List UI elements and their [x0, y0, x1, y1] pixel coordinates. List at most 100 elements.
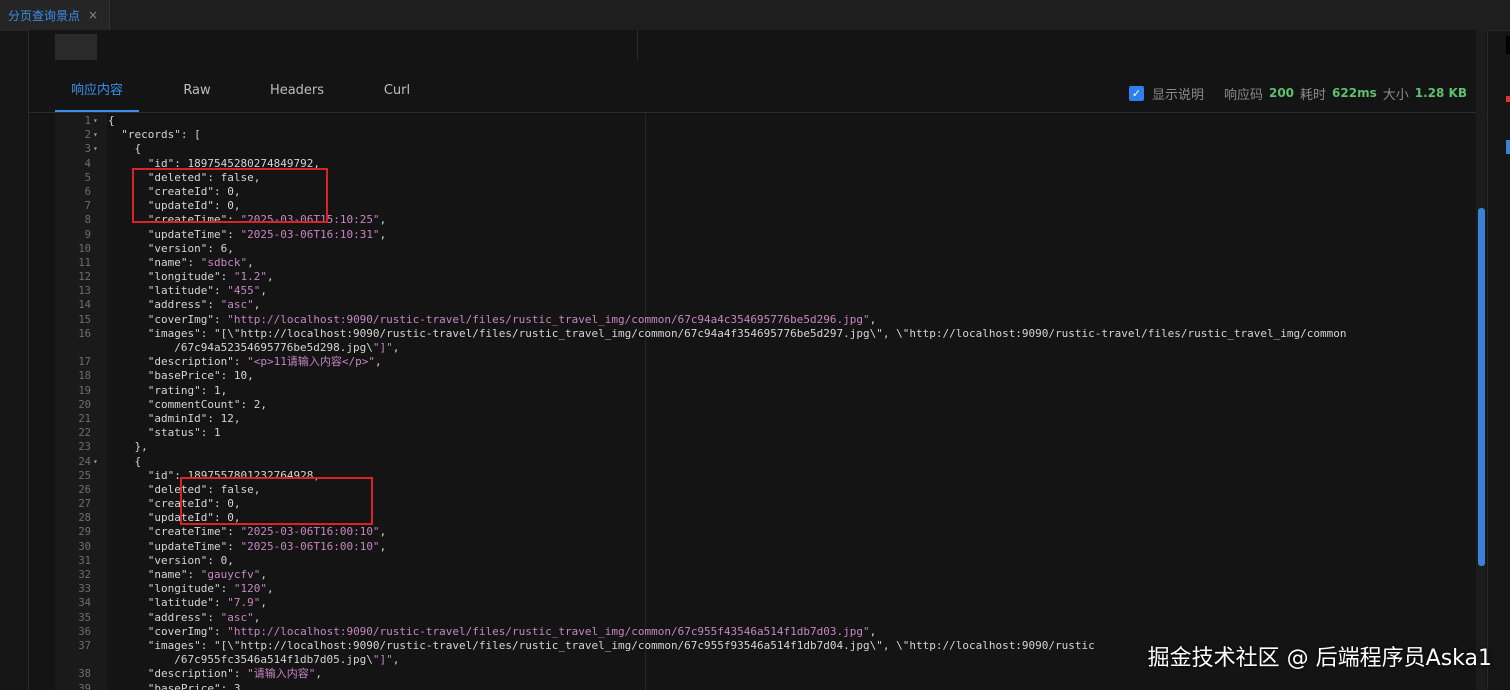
code-text: "updateTime": "2025-03-06T16:00:10", [147, 539, 387, 553]
code-line: 9 "updateTime": "2025-03-06T16:10:31", [55, 228, 1485, 242]
request-method-box[interactable] [55, 34, 97, 60]
line-number: 31 [78, 554, 91, 567]
fold-arrow-icon[interactable]: ▾ [93, 128, 98, 142]
line-number: 16 [78, 327, 91, 340]
edge-marker-blue [1506, 140, 1510, 154]
code-text: "records": [ [121, 128, 201, 142]
code-text: "basePrice": 10, [147, 369, 254, 383]
code-text: /67c955fc3546a514f1db7d05.jpg\"]", [108, 653, 400, 667]
code-line: 23 }, [55, 440, 1485, 454]
line-number: 27 [78, 498, 91, 511]
line-number: 10 [78, 242, 91, 255]
code-text: "commentCount": 2, [147, 397, 267, 411]
tab-title: 分页查询景点 [8, 8, 81, 23]
code-line: 12 "longitude": "1.2", [55, 270, 1485, 284]
code-line: 33 "longitude": "120", [55, 582, 1485, 596]
code-text: "updateTime": "2025-03-06T16:10:31", [147, 227, 387, 241]
code-line: 17 "description": "<p>11请输入内容</p>", [55, 355, 1485, 369]
size-label: 大小 [1382, 87, 1409, 103]
show-desc-label: 显示说明 [1151, 87, 1204, 103]
line-number: 18 [78, 370, 91, 383]
code-line: /67c94a52354695776be5d298.jpg\"]", [55, 341, 1485, 355]
code-text: /67c94a52354695776be5d298.jpg\"]", [108, 341, 400, 354]
code-text: "description": "<p>11请输入内容</p>", [147, 355, 382, 369]
code-line: 39 "basePrice": 3, [55, 682, 1485, 690]
code-line: 11 "name": "sdbck", [55, 256, 1485, 270]
json-viewer[interactable]: 1 ▾{2 ▾ "records": [3 ▾ {4 "id": 1897545280… [55, 114, 1485, 690]
code-line: 16 "images": "[\"http://localhost:9090/r… [55, 327, 1485, 341]
line-number: 23 [78, 441, 91, 454]
fold-arrow-icon[interactable]: ▾ [93, 455, 98, 469]
code-text: "coverImg": "http://localhost:9090/rusti… [147, 312, 877, 326]
close-icon[interactable]: × [88, 8, 98, 22]
fold-arrow-icon[interactable]: ▾ [93, 114, 98, 128]
tab-bar: 分页查询景点 × [0, 0, 1510, 31]
line-number: 26 [78, 483, 91, 496]
code-text: "version": 6, [147, 241, 234, 255]
code-line: 20 "commentCount": 2, [55, 398, 1485, 412]
tab-page-query-scenic[interactable]: 分页查询景点 × [0, 0, 110, 30]
code-line: 1 ▾ { [55, 114, 1485, 128]
line-number: 36 [78, 625, 91, 638]
tab-raw[interactable]: Raw [169, 78, 225, 112]
highlight-box-id-1 [132, 168, 328, 223]
code-text: "adminId": 12, [147, 411, 241, 425]
code-text: "rating": 1, [147, 383, 228, 397]
line-number: 28 [78, 512, 91, 525]
code-line: 31 "version": 0, [55, 554, 1485, 568]
code-line: 19 "rating": 1, [55, 384, 1485, 398]
tab-curl[interactable]: Curl [373, 78, 421, 112]
code-text: "version": 0, [147, 553, 234, 567]
line-number: 7 [84, 200, 91, 213]
scrollbar-thumb[interactable] [1478, 208, 1485, 566]
response-panel: 响应内容 Raw Headers Curl ✓ 显示说明 响应码 200 耗时 … [28, 30, 1488, 690]
code-text: "images": "[\"http://localhost:9090/rust… [147, 326, 1347, 340]
code-text: "longitude": "1.2", [147, 270, 274, 284]
code-line: 15 "coverImg": "http://localhost:9090/ru… [55, 313, 1485, 327]
highlight-box-id-2 [180, 477, 373, 525]
line-number: 39 [78, 682, 91, 690]
code-line: 10 "version": 6, [55, 242, 1485, 256]
status-code-label: 响应码 [1223, 87, 1263, 103]
code-line: 3 ▾ { [55, 142, 1485, 156]
code-text: "longitude": "120", [147, 582, 274, 596]
line-number: 30 [78, 540, 91, 553]
line-number: 4 [84, 157, 91, 170]
code-text: "address": "asc", [147, 298, 261, 312]
line-number: 22 [78, 427, 91, 440]
line-number: 2 [84, 129, 91, 142]
line-number: 14 [78, 299, 91, 312]
line-number: 21 [78, 412, 91, 425]
line-number: 25 [78, 469, 91, 482]
code-line: 18 "basePrice": 10, [55, 369, 1485, 383]
code-text: }, [108, 440, 148, 454]
line-number: 12 [78, 271, 91, 284]
line-number: 5 [84, 171, 91, 184]
line-number: 8 [84, 214, 91, 227]
line-number: 15 [78, 313, 91, 326]
line-number: 6 [84, 185, 91, 198]
fold-arrow-icon[interactable]: ▾ [93, 142, 98, 156]
code-line: 21 "adminId": 12, [55, 412, 1485, 426]
divider [637, 30, 638, 60]
code-text: { [108, 454, 142, 468]
code-line: 34 "latitude": "7.9", [55, 596, 1485, 610]
time-label: 耗时 [1300, 87, 1327, 103]
line-number: 37 [78, 639, 91, 652]
code-line: 13 "latitude": "455", [55, 284, 1485, 298]
code-line: 29 "createTime": "2025-03-06T16:00:10", [55, 525, 1485, 539]
line-number: 17 [78, 356, 91, 369]
time-value: 622ms [1332, 86, 1377, 100]
code-text: "address": "asc", [147, 610, 261, 624]
code-line: 24 ▾ { [55, 455, 1485, 469]
line-number: 32 [78, 569, 91, 581]
tab-response-content[interactable]: 响应内容 [55, 78, 139, 112]
show-desc-checkbox[interactable]: ✓ [1128, 85, 1144, 101]
code-text: "status": 1 [147, 426, 221, 440]
code-line: 22 "status": 1 [55, 426, 1485, 440]
code-text: "latitude": "455", [147, 284, 267, 298]
code-text: { [108, 142, 142, 156]
tab-headers[interactable]: Headers [261, 78, 333, 112]
status-code-value: 200 [1268, 86, 1295, 100]
line-number: 19 [78, 384, 91, 397]
